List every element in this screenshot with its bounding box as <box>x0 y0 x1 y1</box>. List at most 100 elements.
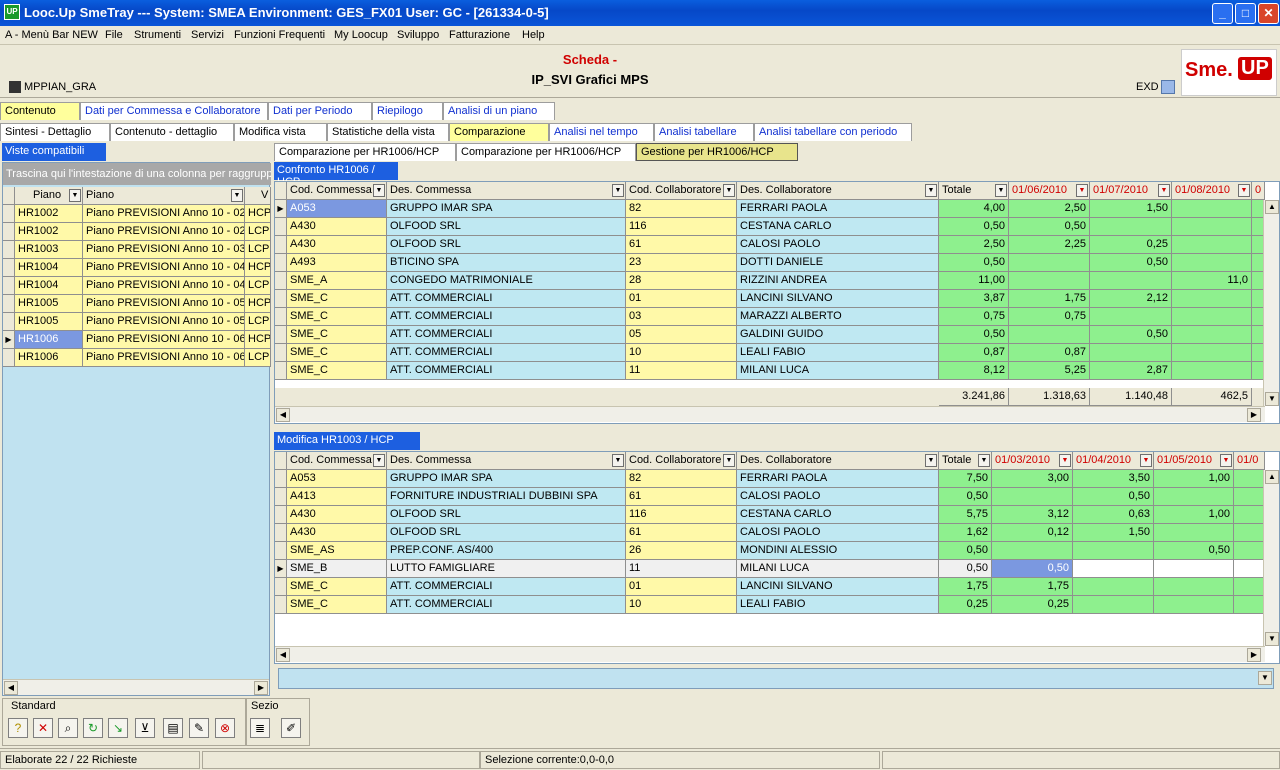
cell-period-4[interactable] <box>1234 506 1265 524</box>
tab-dati-commessa-collaboratore[interactable]: Dati per Commessa e Collaboratore <box>80 102 268 120</box>
cell-period-3[interactable] <box>1154 488 1234 506</box>
cell-piano-code[interactable]: HR1002 <box>15 205 83 223</box>
edit-icon[interactable]: ✐ <box>281 718 301 738</box>
cell-period-1[interactable]: 2,25 <box>1009 236 1090 254</box>
table-row[interactable]: SME_C ATT. COMMERCIALI 01 LANCINI SILVANO 3,… <box>275 290 1265 308</box>
menu-item-funzioni-frequenti[interactable]: Funzioni Frequenti <box>234 29 325 41</box>
table-row[interactable]: SME_C ATT. COMMERCIALI 05 GALDINI GUIDO 0,50… <box>275 326 1265 344</box>
cell-cod-collaboratore[interactable]: 10 <box>626 344 737 362</box>
cell-totale[interactable]: 0,50 <box>939 560 992 578</box>
col-header-cod-commessa[interactable]: Cod. Commessa ▼ <box>287 182 387 200</box>
cell-period-2[interactable]: 0,63 <box>1073 506 1154 524</box>
cell-des-commessa[interactable]: OLFOOD SRL <box>387 506 626 524</box>
cell-period-2[interactable]: 1,50 <box>1073 524 1154 542</box>
cell-cod-commessa[interactable]: SME_C <box>287 596 387 614</box>
chevron-down-icon[interactable]: ▼ <box>1158 184 1170 197</box>
table-row[interactable]: SME_C ATT. COMMERCIALI 10 LEALI FABIO 0,25 0,… <box>275 596 1265 614</box>
cell-piano-desc[interactable]: Piano PREVISIONI Anno 10 - 04 <box>83 277 245 295</box>
cell-cod-commessa[interactable]: A053 <box>287 470 387 488</box>
cell-cod-commessa[interactable]: SME_AS <box>287 542 387 560</box>
cell-des-commessa[interactable]: PREP.CONF. AS/400 <box>387 542 626 560</box>
cell-period-3[interactable] <box>1154 596 1234 614</box>
cell-period-1[interactable] <box>1009 326 1090 344</box>
chevron-down-icon[interactable]: ▼ <box>1220 454 1232 467</box>
left-table-row[interactable]: HR1004 Piano PREVISIONI Anno 10 - 04 HCP <box>3 259 271 277</box>
chevron-down-icon[interactable]: ▼ <box>373 184 385 197</box>
menu-item-sviluppo[interactable]: Sviluppo <box>397 29 439 41</box>
cell-totale[interactable]: 7,50 <box>939 470 992 488</box>
cell-period-3[interactable] <box>1172 200 1252 218</box>
chevron-down-icon[interactable]: ▼ <box>612 184 624 197</box>
cell-totale[interactable]: 1,62 <box>939 524 992 542</box>
cell-period-3[interactable]: 0,50 <box>1154 542 1234 560</box>
tab-riepilogo[interactable]: Riepilogo <box>372 102 443 120</box>
cell-des-collaboratore[interactable]: LEALI FABIO <box>737 344 939 362</box>
cell-des-commessa[interactable]: GRUPPO IMAR SPA <box>387 200 626 218</box>
cell-des-commessa[interactable]: FORNITURE INDUSTRIALI DUBBINI SPA <box>387 488 626 506</box>
menu-item-menu-bar-new[interactable]: A - Menù Bar NEW <box>5 29 98 41</box>
tab-confronto[interactable]: Confronto HR1006 / HCP <box>274 162 398 188</box>
left-table-row[interactable]: ▶ HR1006 Piano PREVISIONI Anno 10 - 06 HCP <box>3 331 271 349</box>
cell-v[interactable]: LCP <box>245 241 271 259</box>
cell-des-collaboratore[interactable]: MONDINI ALESSIO <box>737 542 939 560</box>
cell-des-commessa[interactable]: ATT. COMMERCIALI <box>387 344 626 362</box>
cell-period-3[interactable] <box>1172 308 1252 326</box>
tab-gestione[interactable]: Gestione per HR1006/HCP <box>636 143 798 161</box>
col-header-des-collaboratore[interactable]: Des. Collaboratore ▼ <box>737 452 939 470</box>
menu-item-file[interactable]: File <box>105 29 123 41</box>
cell-cod-commessa[interactable]: A413 <box>287 488 387 506</box>
cell-cod-commessa[interactable]: SME_C <box>287 326 387 344</box>
chevron-down-icon[interactable]: ▼ <box>995 184 1007 197</box>
cell-cod-commessa[interactable]: A430 <box>287 506 387 524</box>
cell-piano-code[interactable]: HR1004 <box>15 259 83 277</box>
cell-cod-collaboratore[interactable]: 61 <box>626 524 737 542</box>
col-header-period-2[interactable]: 01/07/2010 ▼ <box>1090 182 1172 200</box>
table-row[interactable]: SME_C ATT. COMMERCIALI 11 MILANI LUCA 8,12 5,… <box>275 362 1265 380</box>
cell-cod-collaboratore[interactable]: 28 <box>626 272 737 290</box>
tab-sintesi-dettaglio[interactable]: Sintesi - Dettaglio <box>0 123 110 141</box>
cell-period-2[interactable] <box>1073 596 1154 614</box>
cell-period-4[interactable] <box>1234 596 1265 614</box>
cell-des-commessa[interactable]: ATT. COMMERCIALI <box>387 326 626 344</box>
cell-cod-collaboratore[interactable]: 11 <box>626 560 737 578</box>
col-header-totale[interactable]: Totale ▼ <box>939 182 1009 200</box>
tab-analisi-tabellare-periodo[interactable]: Analisi tabellare con periodo <box>754 123 912 141</box>
chevron-down-icon[interactable]: ▼ <box>723 454 735 467</box>
chevron-down-icon[interactable]: ▼ <box>723 184 735 197</box>
col-header-cod-collaboratore[interactable]: Cod. Collaboratore ▼ <box>626 452 737 470</box>
cell-totale[interactable]: 5,75 <box>939 506 992 524</box>
refresh-icon[interactable]: ↻ <box>83 718 103 738</box>
cell-des-collaboratore[interactable]: RIZZINI ANDREA <box>737 272 939 290</box>
cell-piano-desc[interactable]: Piano PREVISIONI Anno 10 - 05 <box>83 295 245 313</box>
cell-cod-collaboratore[interactable]: 26 <box>626 542 737 560</box>
arrow-icon[interactable]: ↘ <box>108 718 128 738</box>
cell-period-2[interactable]: 0,50 <box>1090 254 1172 272</box>
maximize-button[interactable]: □ <box>1235 3 1256 24</box>
cell-cod-commessa[interactable]: SME_C <box>287 362 387 380</box>
cell-piano-code[interactable]: HR1005 <box>15 295 83 313</box>
col-header-period-4[interactable]: 0 <box>1252 182 1265 200</box>
cell-period-1[interactable] <box>992 488 1073 506</box>
cell-period-1[interactable] <box>1009 254 1090 272</box>
col-header-period-1[interactable]: 01/06/2010 ▼ <box>1009 182 1090 200</box>
table-row[interactable]: SME_C ATT. COMMERCIALI 03 MARAZZI ALBERTO 0,… <box>275 308 1265 326</box>
cell-period-2[interactable]: 2,12 <box>1090 290 1172 308</box>
cell-period-3[interactable] <box>1172 344 1252 362</box>
cell-des-commessa[interactable]: GRUPPO IMAR SPA <box>387 470 626 488</box>
table-row[interactable]: ▶ SME_B LUTTO FAMIGLIARE 11 MILANI LUCA 0,50 0… <box>275 560 1265 578</box>
cell-period-1[interactable]: 0,50 <box>992 560 1073 578</box>
cell-cod-collaboratore[interactable]: 61 <box>626 488 737 506</box>
col-header-piano-code[interactable]: Piano ▼ <box>15 187 83 205</box>
cell-cod-collaboratore[interactable]: 82 <box>626 470 737 488</box>
cell-period-1[interactable]: 0,12 <box>992 524 1073 542</box>
cell-cod-collaboratore[interactable]: 23 <box>626 254 737 272</box>
cell-piano-desc[interactable]: Piano PREVISIONI Anno 10 - 06 <box>83 331 245 349</box>
cell-cod-commessa[interactable]: SME_B <box>287 560 387 578</box>
list-icon[interactable]: ≣ <box>250 718 270 738</box>
cell-cod-collaboratore[interactable]: 01 <box>626 290 737 308</box>
cell-des-collaboratore[interactable]: CALOSI PAOLO <box>737 524 939 542</box>
cell-period-2[interactable]: 0,50 <box>1073 488 1154 506</box>
cell-period-1[interactable] <box>1009 272 1090 290</box>
table-row[interactable]: A493 BTICINO SPA 23 DOTTI DANIELE 0,50 0,50 <box>275 254 1265 272</box>
col-header-period-3[interactable]: 01/08/2010 ▼ <box>1172 182 1252 200</box>
